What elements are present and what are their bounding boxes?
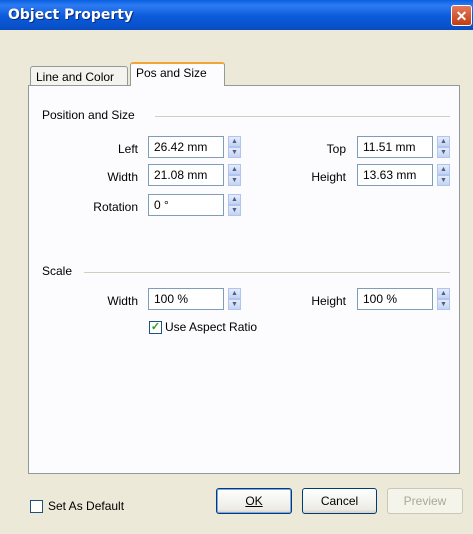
rotation-spinner[interactable]: ▲ ▼ — [228, 194, 241, 216]
close-button[interactable]: ✕ — [451, 5, 472, 26]
spin-up-icon[interactable]: ▲ — [228, 136, 241, 147]
tab-line-and-color-label: Line and Color — [36, 70, 115, 84]
close-icon: ✕ — [455, 8, 468, 24]
spin-up-icon[interactable]: ▲ — [437, 164, 450, 175]
position-group-title: Position and Size — [42, 108, 135, 122]
spin-down-icon[interactable]: ▼ — [228, 205, 241, 216]
ok-button-label: OK — [245, 494, 263, 508]
height-input[interactable]: 13.63 mm — [357, 164, 433, 186]
left-spinner[interactable]: ▲ ▼ — [228, 136, 241, 158]
spin-down-icon[interactable]: ▼ — [437, 147, 450, 158]
top-spinner[interactable]: ▲ ▼ — [437, 136, 450, 158]
scale-height-input[interactable]: 100 % — [357, 288, 433, 310]
spin-up-icon[interactable]: ▲ — [228, 164, 241, 175]
spin-down-icon[interactable]: ▼ — [228, 175, 241, 186]
scale-group-divider — [84, 272, 450, 273]
spin-down-icon[interactable]: ▼ — [437, 299, 450, 310]
window-title: Object Property — [8, 7, 134, 23]
rotation-input[interactable]: 0 ° — [148, 194, 224, 216]
use-aspect-ratio-checkbox[interactable]: ✓ — [149, 321, 162, 334]
top-label: Top — [326, 142, 346, 156]
scale-height-spinner[interactable]: ▲ ▼ — [437, 288, 450, 310]
left-label: Left — [117, 142, 138, 156]
rotation-label: Rotation — [93, 200, 138, 214]
height-label: Height — [311, 170, 346, 184]
width-input[interactable]: 21.08 mm — [148, 164, 224, 186]
spin-down-icon[interactable]: ▼ — [228, 147, 241, 158]
spin-up-icon[interactable]: ▲ — [228, 288, 241, 299]
title-bar[interactable]: Object Property ✕ — [0, 0, 473, 30]
scale-width-spinner[interactable]: ▲ ▼ — [228, 288, 241, 310]
scale-height-label: Height — [311, 294, 346, 308]
object-property-dialog: Object Property ✕ Line and Color Pos and… — [0, 0, 473, 534]
scale-width-input[interactable]: 100 % — [148, 288, 224, 310]
set-as-default-label[interactable]: Set As Default — [48, 499, 124, 513]
height-spinner[interactable]: ▲ ▼ — [437, 164, 450, 186]
spin-down-icon[interactable]: ▼ — [228, 299, 241, 310]
top-input[interactable]: 11.51 mm — [357, 136, 433, 158]
preview-button[interactable]: Preview — [387, 488, 463, 514]
width-label: Width — [107, 170, 138, 184]
scale-width-label: Width — [107, 294, 138, 308]
spin-up-icon[interactable]: ▲ — [228, 194, 241, 205]
scale-group-title: Scale — [42, 264, 73, 278]
width-spinner[interactable]: ▲ ▼ — [228, 164, 241, 186]
checkmark-icon: ✓ — [150, 321, 161, 333]
spin-up-icon[interactable]: ▲ — [437, 288, 450, 299]
tab-line-and-color[interactable]: Line and Color — [30, 66, 128, 86]
spin-up-icon[interactable]: ▲ — [437, 136, 450, 147]
ok-button[interactable]: OK — [216, 488, 292, 514]
cancel-button[interactable]: Cancel — [302, 488, 377, 514]
cancel-button-label: Cancel — [320, 494, 359, 508]
use-aspect-ratio-label[interactable]: Use Aspect Ratio — [165, 320, 257, 334]
preview-button-label: Preview — [403, 494, 447, 508]
tab-pos-and-size-label: Pos and Size — [136, 66, 207, 80]
tab-pos-and-size[interactable]: Pos and Size — [130, 62, 225, 86]
left-input[interactable]: 26.42 mm — [148, 136, 224, 158]
set-as-default-checkbox[interactable] — [30, 500, 43, 513]
position-group-divider — [155, 116, 450, 117]
spin-down-icon[interactable]: ▼ — [437, 175, 450, 186]
